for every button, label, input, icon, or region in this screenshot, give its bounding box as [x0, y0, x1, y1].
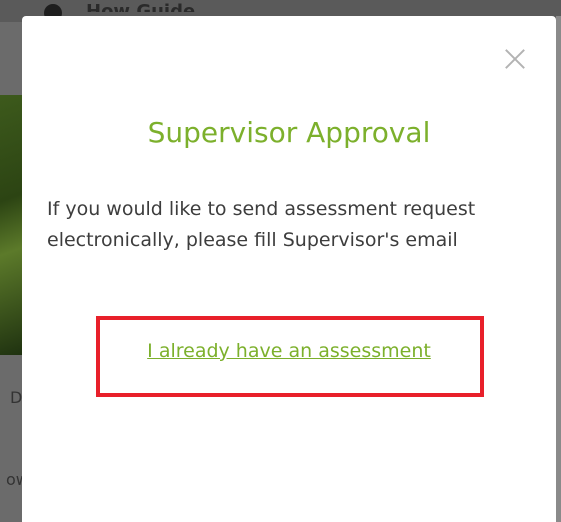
already-have-assessment-link[interactable]: I already have an assessment — [22, 340, 556, 362]
modal-title: Supervisor Approval — [147, 116, 431, 149]
background-image — [0, 95, 22, 355]
background-right-panel — [556, 16, 561, 522]
background-text: D — [10, 388, 23, 407]
close-icon[interactable] — [502, 46, 528, 72]
modal-message: If you would like to send assessment req… — [47, 198, 476, 251]
supervisor-approval-modal: Supervisor Approval If you would like to… — [22, 16, 556, 522]
